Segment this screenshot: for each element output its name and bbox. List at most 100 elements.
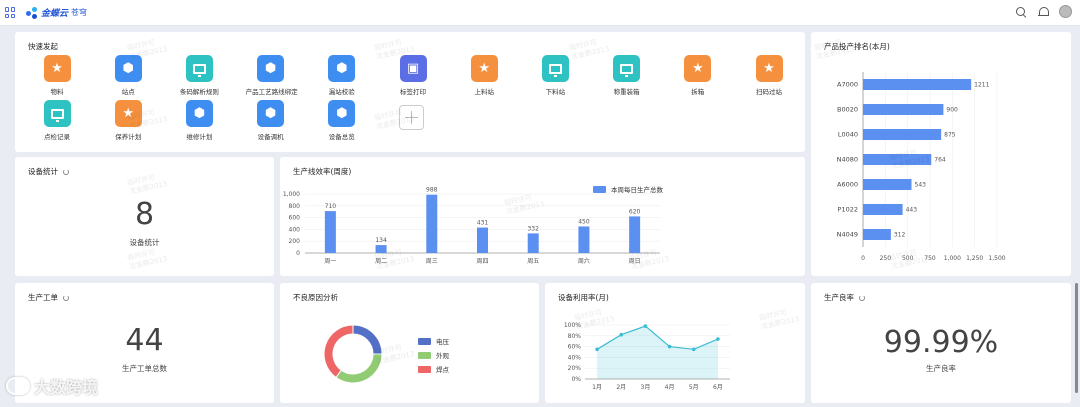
device-count-label: 设备统计 <box>129 238 160 247</box>
legend-item[interactable]: 电压 <box>418 336 449 346</box>
logo-icon <box>26 6 38 19</box>
avatar[interactable] <box>1059 5 1072 18</box>
y-tick-label: 400 <box>289 226 301 233</box>
product-ranking-chart: 0 250 500 750 1,000 1,250 1,500 1211 A7000 900 B00… <box>837 72 1006 262</box>
quick-action-label: 条码解析规则 <box>179 88 219 96</box>
bar[interactable] <box>477 227 488 253</box>
quick-action-item[interactable]: ⬢ 产品工艺路线绑定 <box>246 55 298 96</box>
y-tick-label: N4080 <box>837 156 858 164</box>
data-point[interactable] <box>716 337 720 341</box>
donut-slice[interactable] <box>352 324 383 355</box>
quick-action-label: 点检记录 <box>44 133 70 141</box>
add-shortcut-button[interactable] <box>399 105 424 130</box>
y-tick-label: 100% <box>564 322 581 329</box>
x-tick-label: 3月 <box>641 384 651 391</box>
data-point[interactable] <box>643 324 648 328</box>
line-efficiency-card: 生产线效率(周度) 本周每日生产总数 0 200 400 600 800 1,000 710… <box>280 157 805 276</box>
star-icon: ★ <box>755 55 783 82</box>
data-label: 900 <box>946 107 958 114</box>
x-tick-label: 4月 <box>665 384 675 391</box>
quick-action-label: 扫码过站 <box>756 88 782 96</box>
y-tick-label: 20% <box>568 365 582 372</box>
y-tick-label: A6000 <box>837 181 858 189</box>
quick-action-item[interactable]: ⬢ 设备调机 <box>246 100 296 141</box>
y-tick-label: 0% <box>571 376 581 383</box>
box-icon: ▣ <box>399 55 427 82</box>
bar[interactable] <box>863 179 912 190</box>
bar[interactable] <box>629 216 641 253</box>
bar[interactable] <box>863 204 903 215</box>
quick-action-item[interactable]: ⬢ 漏站校验 <box>317 55 367 96</box>
legend-item[interactable]: 外观 <box>418 350 449 360</box>
donut-slice[interactable] <box>323 324 354 379</box>
bar[interactable] <box>578 226 590 253</box>
bar[interactable] <box>863 104 944 115</box>
quick-action-item[interactable]: ★ 上料站 <box>459 55 509 96</box>
quick-action-item[interactable]: ▣ 标签打印 <box>388 55 438 96</box>
quick-action-label: 标签打印 <box>400 88 426 96</box>
x-tick-label: 1,000 <box>944 255 961 262</box>
quick-action-item[interactable]: ★ 物料 <box>32 55 82 96</box>
donut-slice[interactable] <box>335 353 383 384</box>
y-tick-label: 600 <box>289 215 301 222</box>
yield-title: 生产良率 <box>824 293 854 302</box>
data-label: 620 <box>629 208 641 215</box>
bell-icon[interactable] <box>1037 6 1049 18</box>
quick-action-item[interactable]: 称重装箱 <box>602 55 652 96</box>
cube-icon: ⬢ <box>328 100 356 127</box>
bar[interactable] <box>324 211 336 253</box>
monitor-icon <box>43 100 71 127</box>
quick-action-item[interactable]: ★ 拆箱 <box>673 55 723 96</box>
x-tick-label: 750 <box>924 255 936 262</box>
quick-action-item[interactable]: 下料站 <box>530 55 580 96</box>
logo-text: 金蝶云 <box>41 9 69 19</box>
bar[interactable] <box>426 194 438 253</box>
quick-action-item[interactable]: ★ 保养计划 <box>103 100 153 141</box>
quick-action-label: 拆箱 <box>691 88 705 96</box>
bar[interactable] <box>863 229 891 240</box>
bar[interactable] <box>863 79 972 90</box>
bar[interactable] <box>375 245 387 253</box>
bar[interactable] <box>863 154 932 165</box>
quick-action-item[interactable]: ★ 扫码过站 <box>744 55 794 96</box>
data-point[interactable] <box>595 347 599 352</box>
bar[interactable] <box>527 233 539 253</box>
quick-actions-card: 快速发起 ★ 物料 ⬢ 站点 条码解析规则 ⬢ 产品工艺路线绑定 ⬢ 漏站校验 ▣ 标签打印 ★ 上料站… <box>15 32 805 152</box>
refresh-icon[interactable] <box>63 294 69 301</box>
logo[interactable]: 金蝶云 苍穹 <box>26 5 87 20</box>
quick-action-item[interactable]: ⬢ 维修计划 <box>174 100 224 141</box>
x-tick-label: 1月 <box>592 384 602 391</box>
search-icon[interactable] <box>1015 6 1027 18</box>
yield-label: 生产良率 <box>926 364 956 373</box>
scrollbar[interactable] <box>1075 283 1078 393</box>
y-tick-label: 40% <box>568 354 582 361</box>
star-icon: ★ <box>114 100 142 127</box>
work-orders-value: 44 <box>125 323 164 358</box>
data-label: 543 <box>915 182 927 189</box>
device-count-value: 8 <box>134 197 155 232</box>
data-point[interactable] <box>619 332 624 337</box>
app-grid-icon[interactable] <box>5 7 16 18</box>
data-label: 1211 <box>974 82 989 89</box>
quick-actions-title: 快速发起 <box>28 42 58 51</box>
refresh-icon[interactable] <box>859 294 865 301</box>
cube-icon: ⬢ <box>257 55 285 82</box>
bar[interactable] <box>863 129 942 140</box>
y-tick-label: L0040 <box>838 131 858 139</box>
quick-action-label: 漏站校验 <box>328 88 355 96</box>
quick-action-item[interactable]: ⬢ 设备总览 <box>317 100 367 141</box>
quick-action-item[interactable]: 条码解析规则 <box>174 55 224 96</box>
y-tick-label: 1,000 <box>283 191 300 198</box>
legend-item[interactable]: 焊点 <box>418 364 449 374</box>
utilization-card: 设备利用率(月) 0% 20% 40% 60% 80% 100% 1月 2月 3月 4月 5月 6月 <box>545 283 805 403</box>
yield-value: 99.99% <box>883 325 999 360</box>
data-point[interactable] <box>667 344 672 349</box>
data-label: 875 <box>944 132 956 139</box>
quick-action-item[interactable]: 点检记录 <box>32 100 82 141</box>
quick-action-item[interactable]: ⬢ 站点 <box>103 55 153 96</box>
data-point[interactable] <box>691 347 696 352</box>
refresh-icon[interactable] <box>63 168 69 175</box>
star-icon: ★ <box>43 55 71 82</box>
y-tick-label: B0020 <box>837 106 858 114</box>
cube-icon: ⬢ <box>257 100 285 127</box>
